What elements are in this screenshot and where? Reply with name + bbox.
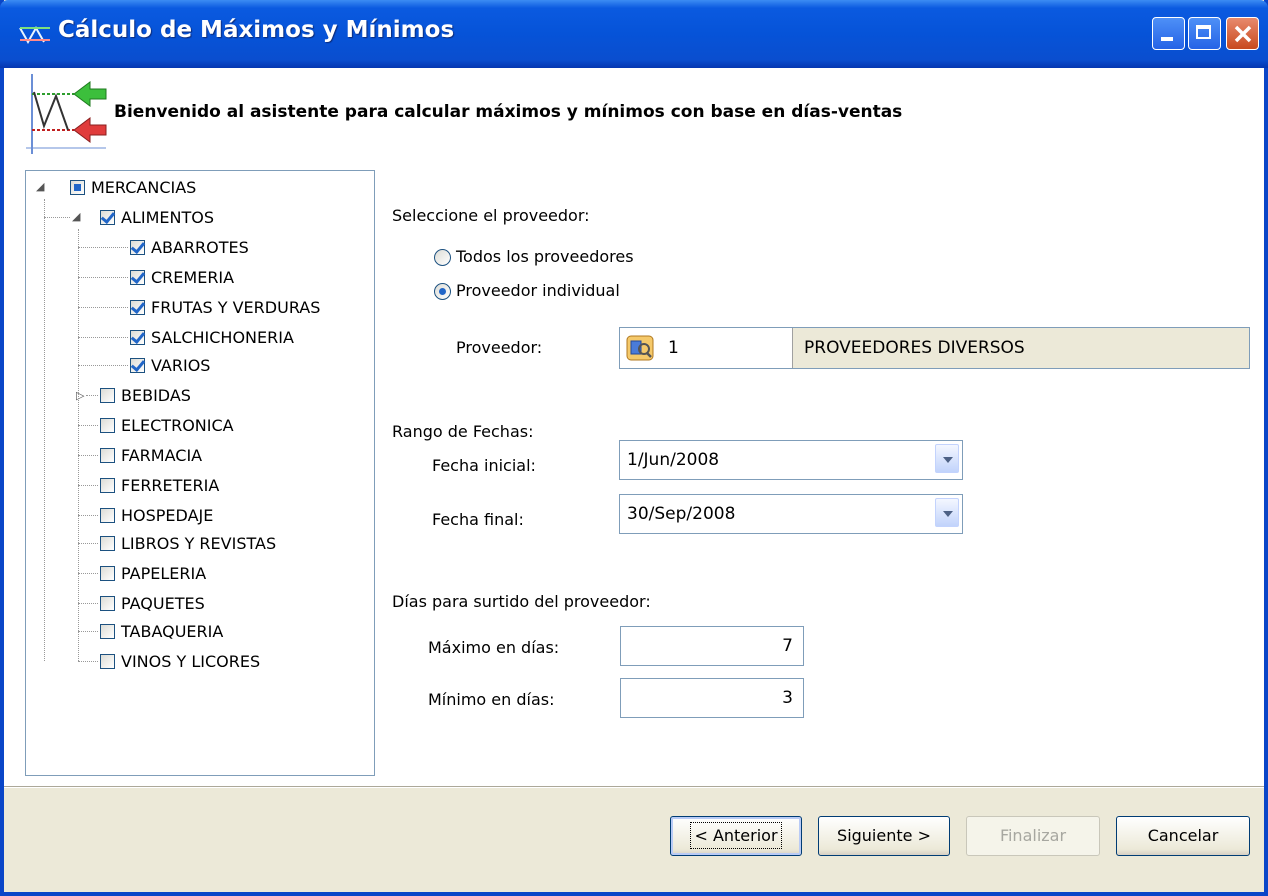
end-date-label: Fecha final: (432, 510, 524, 529)
tree-node-electronica[interactable]: ELECTRONICA (100, 413, 234, 437)
tree-node-vinos-y-licores[interactable]: VINOS Y LICORES (100, 649, 260, 673)
end-date-value: 30/Sep/2008 (627, 504, 736, 524)
checkbox[interactable] (100, 447, 115, 463)
supplier-field-label: Proveedor: (456, 338, 543, 357)
tree-node-label: MERCANCIAS (91, 177, 197, 197)
tree-node-tabaqueria[interactable]: TABAQUERIA (100, 619, 223, 643)
tree-node-hospedaje[interactable]: HOSPEDAJE (100, 503, 213, 527)
next-button[interactable]: Siguiente > (818, 816, 950, 856)
tree-node-label: FERRETERIA (121, 475, 220, 495)
wizard-window: Cálculo de Máximos y Mínimos Bienvenido … (0, 0, 1268, 896)
tree-node-label: ABARROTES (151, 237, 249, 257)
tree-node-label: CREMERIA (151, 267, 235, 287)
checkbox[interactable] (130, 357, 145, 373)
footer-divider (4, 786, 1264, 788)
max-days-input[interactable]: 7 (620, 626, 804, 666)
start-date-combo[interactable]: 1/Jun/2008 (619, 440, 963, 480)
checkbox[interactable] (100, 623, 115, 639)
tree-node-label: HOSPEDAJE (121, 505, 214, 525)
category-tree[interactable]: ◢ MERCANCIAS ◢ ALIMENTOS ABARROTES CREME… (25, 170, 375, 776)
checkbox[interactable] (100, 387, 115, 403)
min-max-app-icon (19, 25, 50, 45)
start-date-value: 1/Jun/2008 (627, 450, 720, 470)
checkbox[interactable] (100, 477, 115, 493)
supplier-code: 1 (668, 338, 679, 358)
tree-node-label: PAPELERIA (121, 563, 207, 583)
maximize-icon[interactable] (1188, 17, 1221, 50)
tree-node-varios[interactable]: VARIOS (130, 353, 210, 377)
chevron-down-icon[interactable] (935, 498, 959, 527)
days-heading: Días para surtido del proveedor: (392, 592, 651, 611)
tree-node-label: LIBROS Y REVISTAS (121, 533, 277, 553)
checkbox[interactable] (100, 653, 115, 669)
tree-node-mercancias[interactable]: MERCANCIAS (70, 175, 196, 199)
supplier-lookup-icon[interactable] (626, 335, 654, 361)
tree-node-salchichoneria[interactable]: SALCHICHONERIA (130, 325, 294, 349)
max-days-label: Máximo en días: (428, 638, 560, 657)
supplier-code-field[interactable]: 1 (620, 328, 793, 368)
chevron-down-icon[interactable] (935, 444, 959, 473)
min-days-label: Mínimo en días: (428, 690, 555, 709)
checkbox[interactable] (100, 595, 115, 611)
radio-single-supplier-label[interactable]: Proveedor individual (456, 281, 620, 300)
date-range-heading: Rango de Fechas: (392, 422, 534, 441)
min-days-input[interactable]: 3 (620, 678, 804, 718)
tree-node-libros-y-revistas[interactable]: LIBROS Y REVISTAS (100, 531, 276, 555)
checkbox[interactable] (130, 329, 145, 345)
cancel-button[interactable]: Cancelar (1116, 816, 1250, 856)
tree-node-ferreteria[interactable]: FERRETERIA (100, 473, 219, 497)
min-max-chart-icon (26, 74, 107, 154)
tree-node-alimentos[interactable]: ALIMENTOS (100, 205, 214, 229)
checkbox[interactable] (130, 269, 145, 285)
minimize-icon[interactable] (1152, 17, 1185, 50)
tree-node-label: ALIMENTOS (121, 207, 214, 227)
checkbox[interactable] (130, 299, 145, 315)
wizard-content: ◢ MERCANCIAS ◢ ALIMENTOS ABARROTES CREME… (4, 160, 1264, 786)
supplier-heading: Seleccione el proveedor: (392, 206, 590, 225)
radio-all-suppliers-label[interactable]: Todos los proveedores (456, 247, 634, 266)
tree-node-label: VARIOS (151, 355, 211, 375)
collapse-arrow-icon[interactable]: ◢ (36, 180, 44, 193)
tree-node-abarrotes[interactable]: ABARROTES (130, 235, 249, 259)
finish-button-label: Finalizar (999, 826, 1067, 845)
radio-all-suppliers[interactable] (434, 249, 451, 266)
checkbox[interactable] (130, 239, 145, 255)
checkbox[interactable] (100, 507, 115, 523)
checkbox[interactable] (70, 179, 85, 195)
tree-node-label: ELECTRONICA (121, 415, 234, 435)
close-icon[interactable] (1226, 17, 1259, 50)
checkbox[interactable] (100, 209, 115, 225)
tree-node-cremeria[interactable]: CREMERIA (130, 265, 234, 289)
tree-node-paquetes[interactable]: PAQUETES (100, 591, 205, 615)
end-date-combo[interactable]: 30/Sep/2008 (619, 494, 963, 534)
next-button-label: Siguiente > (837, 826, 931, 845)
title-bar[interactable]: Cálculo de Máximos y Mínimos (0, 0, 1268, 68)
tree-node-label: FRUTAS Y VERDURAS (151, 297, 321, 317)
wizard-header: Bienvenido al asistente para calcular má… (4, 68, 1264, 161)
checkbox[interactable] (100, 417, 115, 433)
tree-node-frutas-y-verduras[interactable]: FRUTAS Y VERDURAS (130, 295, 320, 319)
welcome-heading: Bienvenido al asistente para calcular má… (114, 102, 903, 122)
back-button-label: < Anterior (690, 822, 782, 849)
tree-node-label: PAQUETES (121, 593, 205, 613)
supplier-selector[interactable]: 1 PROVEEDORES DIVERSOS (619, 327, 1250, 369)
collapse-arrow-icon[interactable]: ◢ (72, 210, 80, 223)
tree-node-papeleria[interactable]: PAPELERIA (100, 561, 206, 585)
window-title: Cálculo de Máximos y Mínimos (58, 17, 455, 43)
checkbox[interactable] (100, 565, 115, 581)
start-date-label: Fecha inicial: (432, 456, 536, 475)
checkbox[interactable] (100, 535, 115, 551)
tree-node-label: VINOS Y LICORES (121, 651, 261, 671)
finish-button: Finalizar (966, 816, 1100, 856)
tree-node-label: FARMACIA (121, 445, 203, 465)
radio-single-supplier[interactable] (434, 283, 451, 300)
tree-node-label: BEBIDAS (121, 385, 191, 405)
tree-node-label: TABAQUERIA (121, 621, 224, 641)
tree-node-label: SALCHICHONERIA (151, 327, 294, 347)
tree-node-farmacia[interactable]: FARMACIA (100, 443, 202, 467)
tree-node-bebidas[interactable]: BEBIDAS (100, 383, 191, 407)
supplier-name: PROVEEDORES DIVERSOS (804, 338, 1025, 358)
back-button[interactable]: < Anterior (670, 816, 802, 856)
cancel-button-label: Cancelar (1147, 826, 1219, 845)
